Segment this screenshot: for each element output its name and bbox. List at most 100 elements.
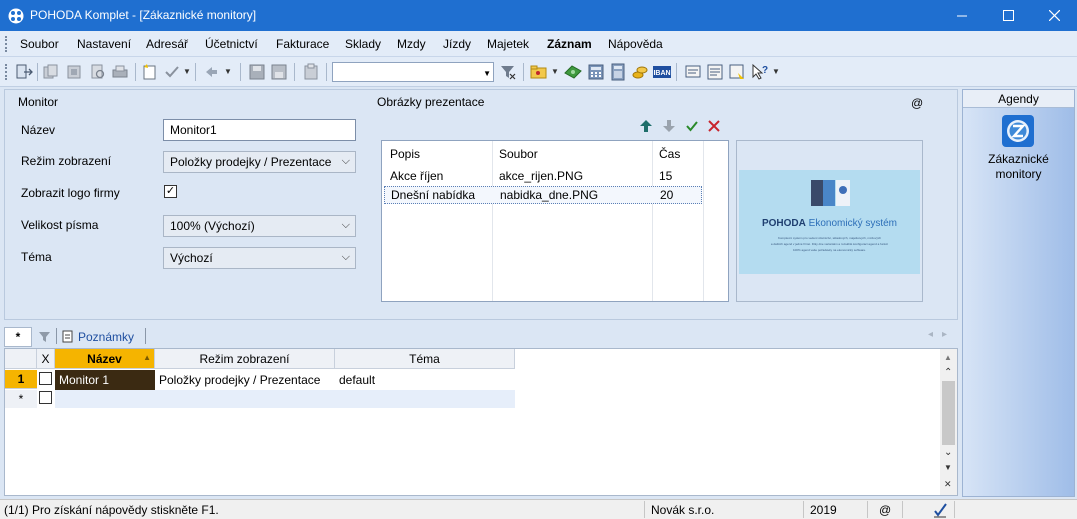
sort-ascending-icon: ▲	[143, 353, 151, 362]
document-icon[interactable]	[728, 63, 746, 81]
exit-icon[interactable]	[15, 63, 33, 81]
tab-new[interactable]: *	[4, 327, 32, 347]
arrow-down-icon[interactable]	[662, 119, 676, 133]
column-header-popis[interactable]: Popis	[390, 147, 420, 161]
menu-jizdy[interactable]: Jízdy	[443, 37, 471, 51]
agenda-item-customer-monitors[interactable]: Zákaznické monitory	[963, 112, 1074, 184]
menu-mzdy[interactable]: Mzdy	[397, 37, 426, 51]
copy-record2-icon[interactable]	[66, 63, 84, 81]
cell-nazev[interactable]: Monitor 1	[55, 370, 155, 390]
status-company[interactable]: Novák s.r.o.	[651, 503, 714, 517]
minimize-icon	[956, 15, 967, 17]
menu-zaznam[interactable]: Záznam	[547, 37, 592, 51]
row-select-checkbox[interactable]	[39, 372, 52, 385]
theme-select[interactable]: Výchozí ⌵	[163, 247, 356, 269]
confirm-icon[interactable]	[163, 63, 181, 81]
section-title-monitor: Monitor	[18, 95, 59, 109]
calculator2-icon[interactable]	[609, 63, 627, 81]
email-at-icon[interactable]: @	[911, 96, 923, 110]
table-row-selected[interactable]: Dnešní nabídka nabidka_dne.PNG 20	[384, 186, 702, 204]
chevron-down-icon[interactable]: ▼	[483, 69, 491, 78]
money-icon[interactable]	[564, 63, 582, 81]
menu-adresar[interactable]: Adresář	[146, 37, 188, 51]
column-header-nazev[interactable]: Název ▲	[55, 349, 155, 369]
status-email-icon[interactable]: @	[879, 503, 891, 517]
table-row[interactable]: Akce říjen akce_rijen.PNG 15	[382, 166, 728, 186]
scroll-last-button[interactable]: ⌄	[944, 447, 952, 458]
theme-label: Téma	[21, 250, 52, 264]
minimize-button[interactable]	[939, 0, 985, 31]
print-icon[interactable]	[111, 63, 129, 81]
maximize-button[interactable]	[985, 0, 1031, 31]
column-header-x[interactable]: X	[37, 349, 55, 369]
row-number[interactable]: 1	[5, 370, 37, 389]
menu-fakturace[interactable]: Fakturace	[276, 37, 329, 51]
tab-notes[interactable]: Poznámky	[60, 327, 145, 347]
menu-ucetnictvi[interactable]: Účetnictví	[205, 37, 258, 51]
menu-majetek[interactable]: Majetek	[487, 37, 529, 51]
scroll-close-button[interactable]: ✕	[944, 479, 952, 490]
delete-icon[interactable]	[707, 119, 721, 133]
theme-value: Výchozí	[170, 251, 213, 265]
mail-icon[interactable]	[684, 63, 702, 81]
arrow-up-icon[interactable]	[639, 119, 653, 133]
filter-icon[interactable]	[499, 63, 517, 81]
column-header-rezim[interactable]: Režim zobrazení	[155, 349, 335, 369]
calculator-icon[interactable]	[587, 63, 605, 81]
scroll-down-button[interactable]: ▼	[944, 463, 952, 472]
preview-slide: POHODA Ekonomický systém Komplexní systé…	[739, 170, 920, 274]
note-icon[interactable]	[706, 63, 724, 81]
scroll-up-button[interactable]: ▲	[944, 353, 952, 362]
show-logo-checkbox[interactable]: ✓	[164, 185, 177, 198]
images-grid[interactable]: Popis Soubor Čas Akce říjen akce_rijen.P…	[381, 140, 729, 302]
folder-dropdown-icon[interactable]: ▼	[551, 67, 559, 76]
new-record-icon[interactable]	[141, 63, 159, 81]
iban-icon[interactable]: IBAN	[653, 63, 671, 81]
close-button[interactable]	[1031, 0, 1077, 31]
check-icon[interactable]	[685, 119, 699, 133]
menu-napoveda[interactable]: Nápověda	[608, 37, 663, 51]
scroll-first-button[interactable]: ⌃	[944, 367, 952, 378]
main-grid[interactable]: X Název ▲ Režim zobrazení Téma 1 Monitor…	[4, 348, 958, 496]
font-size-select[interactable]: 100% (Výchozí) ⌵	[163, 215, 356, 237]
save-icon[interactable]	[248, 63, 266, 81]
confirm-dropdown-icon[interactable]: ▼	[183, 67, 191, 76]
coins-icon[interactable]	[631, 63, 649, 81]
menu-nastaveni[interactable]: Nastavení	[77, 37, 131, 51]
cell-tema[interactable]: default	[335, 370, 515, 390]
cell-rezim[interactable]: Položky prodejky / Prezentace	[155, 370, 335, 390]
vertical-scrollbar[interactable]: ▲ ⌃ ⌄ ▼ ✕	[940, 349, 957, 495]
save-all-icon[interactable]	[270, 63, 288, 81]
filter-icon[interactable]	[38, 330, 52, 344]
new-row-checkbox[interactable]	[39, 391, 52, 404]
back-dropdown-icon[interactable]: ▼	[224, 67, 232, 76]
menu-grip[interactable]	[5, 36, 8, 52]
name-label: Název	[21, 123, 56, 137]
help-icon[interactable]: ?	[751, 63, 769, 81]
copy-record-icon[interactable]	[42, 63, 60, 81]
new-row-marker[interactable]: *	[5, 390, 37, 408]
tab-scroll-left[interactable]: ◂	[928, 329, 933, 340]
scroll-thumb[interactable]	[942, 381, 955, 445]
help-dropdown-icon[interactable]: ▼	[772, 67, 780, 76]
toolbar-grip[interactable]	[5, 64, 8, 80]
column-header-cas[interactable]: Čas	[659, 147, 680, 161]
column-header-tema[interactable]: Téma	[335, 349, 515, 369]
tab-scroll-right[interactable]: ▸	[942, 329, 947, 340]
preview-brand: POHODA	[761, 218, 806, 229]
edit-check-icon[interactable]	[932, 502, 948, 518]
toolbar-search-combo[interactable]: ▼	[332, 62, 494, 82]
menu-sklady[interactable]: Sklady	[345, 37, 381, 51]
clipboard-icon[interactable]	[302, 63, 320, 81]
display-mode-select[interactable]: Položky prodejky / Prezentace ⌵	[163, 151, 356, 173]
menu-soubor[interactable]: Soubor	[20, 37, 59, 51]
status-year[interactable]: 2019	[810, 503, 837, 517]
new-row-input[interactable]	[55, 390, 515, 408]
column-header-soubor[interactable]: Soubor	[499, 147, 538, 161]
back-icon[interactable]	[202, 63, 220, 81]
toolbar: ▼ ▼ ▼ ▼ IBAN ? ▼	[0, 57, 1077, 87]
name-input[interactable]: Monitor1	[163, 119, 356, 141]
print-preview-icon[interactable]	[89, 63, 107, 81]
title-bar[interactable]: POHODA Komplet - [Zákaznické monitory]	[0, 0, 1077, 31]
folder-icon[interactable]	[530, 63, 548, 81]
